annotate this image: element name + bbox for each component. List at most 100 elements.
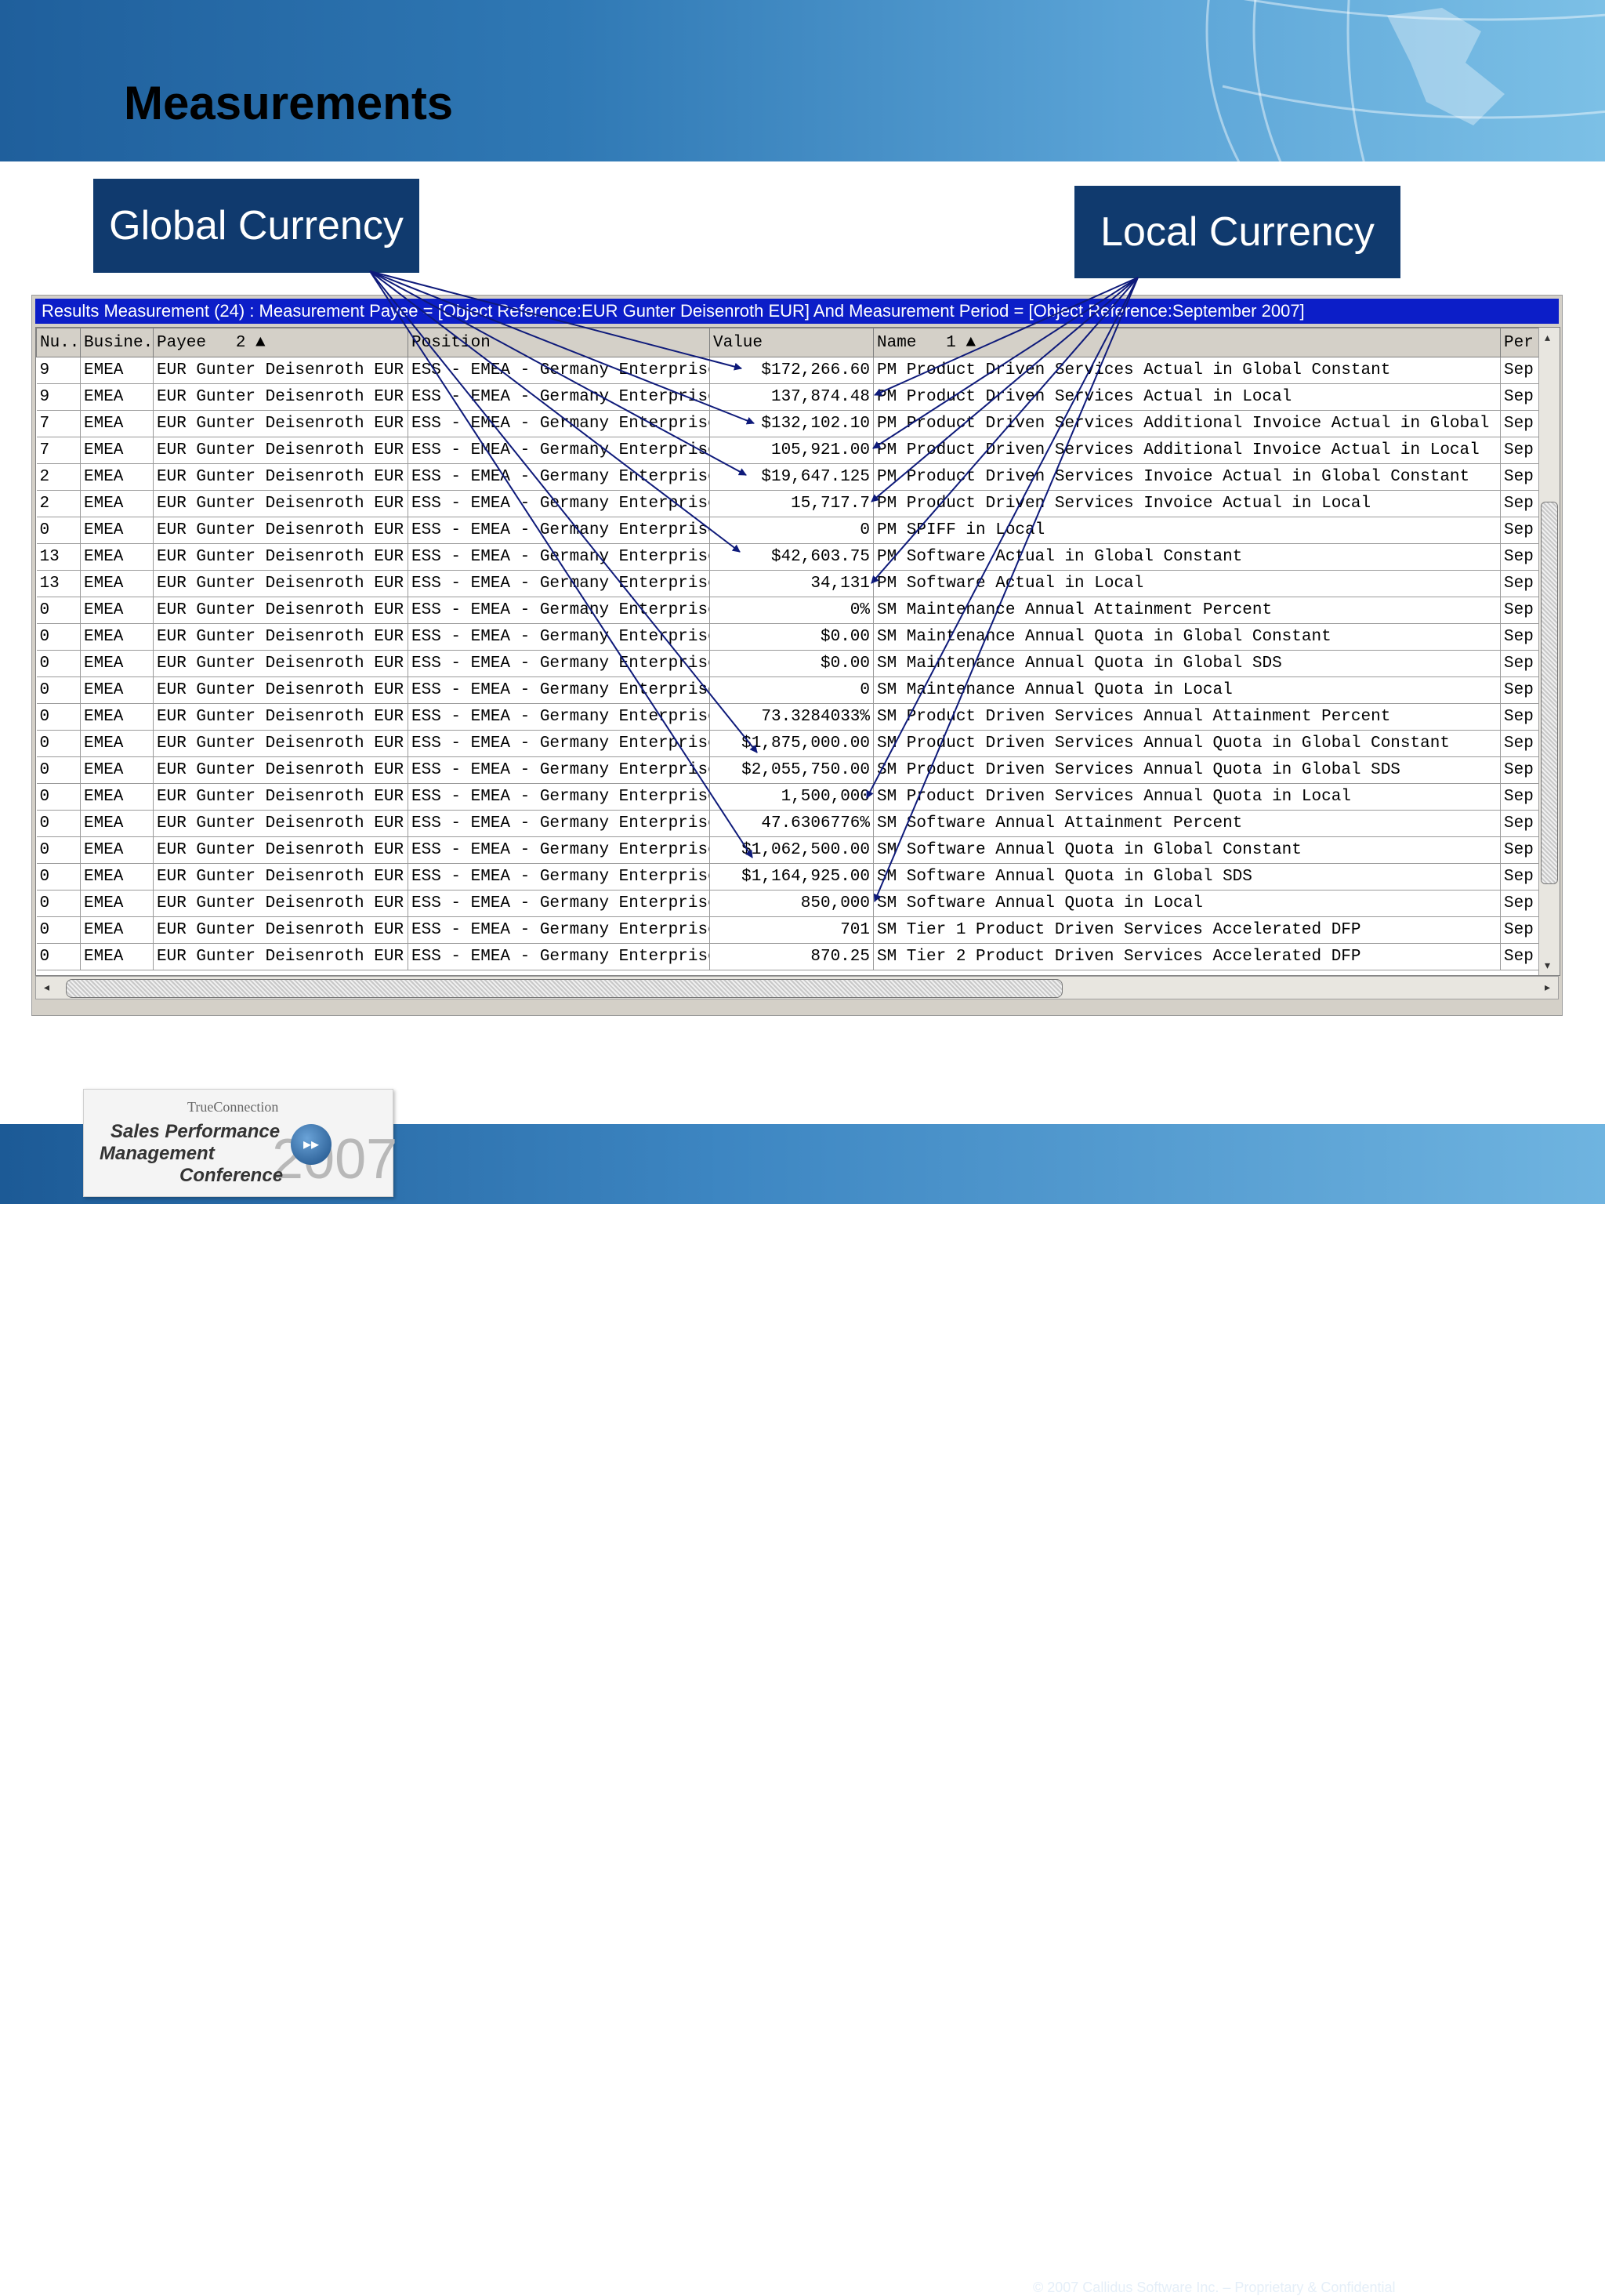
cell-name: SM Product Driven Services Annual Quota … (873, 730, 1501, 757)
scroll-right-icon[interactable]: ▸ (1545, 981, 1550, 994)
cell-business: EMEA (80, 597, 154, 624)
cell-position: ESS - EMEA - Germany Enterprise 2 (408, 570, 710, 597)
column-header-business[interactable]: Busine.. (80, 328, 154, 357)
table-row[interactable]: 13 EMEA EUR Gunter Deisenroth EUR ESS - EME… (36, 543, 1560, 571)
cell-business: EMEA (80, 383, 154, 411)
cell-payee: EUR Gunter Deisenroth EUR (153, 650, 408, 677)
horizontal-scrollbar[interactable]: ◂ ▸ (35, 976, 1559, 999)
cell-value: $19,647.125 (709, 463, 874, 491)
sort-ascending-icon: 1 ▲ (926, 333, 976, 352)
cell-number: 0 (36, 783, 81, 811)
cell-payee: EUR Gunter Deisenroth EUR (153, 756, 408, 784)
cell-position: ESS - EMEA - Germany Enterprise 2 (408, 463, 710, 491)
column-header-number[interactable]: Nu.. (36, 328, 81, 357)
table-row[interactable]: 0 EMEA EUR Gunter Deisenroth EUR ESS - EMEA… (36, 597, 1560, 624)
table-row[interactable]: 0 EMEA EUR Gunter Deisenroth EUR ESS - EMEA… (36, 810, 1560, 837)
cell-number: 7 (36, 410, 81, 437)
cell-payee: EUR Gunter Deisenroth EUR (153, 623, 408, 651)
table-row[interactable]: 0 EMEA EUR Gunter Deisenroth EUR ESS - EMEA… (36, 783, 1560, 811)
cell-value: $1,164,925.00 (709, 863, 874, 890)
cell-business: EMEA (80, 650, 154, 677)
cell-payee: EUR Gunter Deisenroth EUR (153, 863, 408, 890)
table-row[interactable]: 0 EMEA EUR Gunter Deisenroth EUR ESS - EMEA… (36, 863, 1560, 890)
vertical-scrollbar[interactable]: ▴ ▾ (1538, 328, 1560, 975)
cell-name: SM Software Annual Quota in Global Const… (873, 836, 1501, 864)
cell-position: ESS - EMEA - Germany Enterprise 2 (408, 410, 710, 437)
table-row[interactable]: 0 EMEA EUR Gunter Deisenroth EUR ESS - EMEA… (36, 890, 1560, 917)
cell-business: EMEA (80, 756, 154, 784)
cell-name: SM Software Annual Attainment Percent (873, 810, 1501, 837)
table-row[interactable]: 0 EMEA EUR Gunter Deisenroth EUR ESS - EMEA… (36, 730, 1560, 757)
cell-name: PM Product Driven Services Invoice Actua… (873, 490, 1501, 517)
cell-value: 870.25 (709, 943, 874, 970)
column-header-name[interactable]: Name 1 ▲ (873, 328, 1501, 357)
cell-number: 0 (36, 836, 81, 864)
cell-number: 0 (36, 650, 81, 677)
table-row[interactable]: 7 EMEA EUR Gunter Deisenroth EUR ESS - EMEA… (36, 410, 1560, 437)
sort-ascending-icon: 2 ▲ (216, 333, 266, 352)
cell-number: 0 (36, 597, 81, 624)
table-body: 9 EMEA EUR Gunter Deisenroth EUR ESS - EMEA… (36, 357, 1560, 970)
scroll-down-icon[interactable]: ▾ (1545, 959, 1550, 972)
column-header-payee[interactable]: Payee 2 ▲ (153, 328, 408, 357)
cell-name: PM Software Actual in Local (873, 570, 1501, 597)
table-row[interactable]: 0 EMEA EUR Gunter Deisenroth EUR ESS - EMEA… (36, 836, 1560, 864)
measurements-table: Nu.. Busine.. Payee 2 ▲ Position Value N… (36, 328, 1560, 970)
table-row[interactable]: 2 EMEA EUR Gunter Deisenroth EUR ESS - EMEA… (36, 463, 1560, 491)
table-row[interactable]: 13 EMEA EUR Gunter Deisenroth EUR ESS - EME… (36, 570, 1560, 597)
table-row[interactable]: 0 EMEA EUR Gunter Deisenroth EUR ESS - EMEA… (36, 650, 1560, 677)
cell-name: SM Software Annual Quota in Global SDS (873, 863, 1501, 890)
table-row[interactable]: 0 EMEA EUR Gunter Deisenroth EUR ESS - EMEA… (36, 623, 1560, 651)
cell-payee: EUR Gunter Deisenroth EUR (153, 916, 408, 944)
scroll-up-icon[interactable]: ▴ (1545, 331, 1550, 344)
cell-number: 2 (36, 490, 81, 517)
cell-business: EMEA (80, 410, 154, 437)
cell-business: EMEA (80, 890, 154, 917)
copyright-text: © 2007 Callidus Software Inc. – Propriet… (1033, 2280, 1396, 2295)
cell-position: ESS - EMEA - Germany Enterprise 2 (408, 383, 710, 411)
table-row[interactable]: 7 EMEA EUR Gunter Deisenroth EUR ESS - EMEA… (36, 437, 1560, 464)
cell-business: EMEA (80, 783, 154, 811)
table-row[interactable]: 0 EMEA EUR Gunter Deisenroth EUR ESS - EMEA… (36, 703, 1560, 731)
cell-name: PM Software Actual in Global Constant (873, 543, 1501, 571)
table-row[interactable]: 0 EMEA EUR Gunter Deisenroth EUR ESS - EMEA… (36, 916, 1560, 944)
global-currency-callout: Global Currency (93, 179, 419, 273)
cell-business: EMEA (80, 517, 154, 544)
table-row[interactable]: 0 EMEA EUR Gunter Deisenroth EUR ESS - EMEA… (36, 517, 1560, 544)
cell-name: SM Tier 1 Product Driven Services Accele… (873, 916, 1501, 944)
vertical-scroll-thumb[interactable] (1541, 502, 1558, 884)
cell-value: 0 (709, 676, 874, 704)
cell-number: 0 (36, 756, 81, 784)
table-row[interactable]: 0 EMEA EUR Gunter Deisenroth EUR ESS - EMEA… (36, 676, 1560, 704)
cell-number: 13 (36, 543, 81, 571)
cell-position: ESS - EMEA - Germany Enterprise 2 (408, 517, 710, 544)
column-header-position[interactable]: Position (408, 328, 710, 357)
conference-logo: TrueConnection 2007 ▸▸ Sales Performance… (83, 1089, 397, 1197)
logo-line-1: Sales Performance (111, 1121, 281, 1142)
table-header-row: Nu.. Busine.. Payee 2 ▲ Position Value N… (36, 328, 1560, 357)
table-row[interactable]: 9 EMEA EUR Gunter Deisenroth EUR ESS - EMEA… (36, 383, 1560, 411)
horizontal-scroll-thumb[interactable] (66, 979, 1063, 998)
results-grid: Nu.. Busine.. Payee 2 ▲ Position Value N… (35, 327, 1560, 976)
cell-payee: EUR Gunter Deisenroth EUR (153, 783, 408, 811)
play-forward-icon: ▸▸ (291, 1124, 332, 1165)
scroll-left-icon[interactable]: ◂ (44, 981, 49, 994)
cell-name: SM Product Driven Services Annual Attain… (873, 703, 1501, 731)
column-header-value[interactable]: Value (709, 328, 874, 357)
cell-value: 0 (709, 517, 874, 544)
cell-number: 0 (36, 623, 81, 651)
cell-payee: EUR Gunter Deisenroth EUR (153, 410, 408, 437)
table-row[interactable]: 9 EMEA EUR Gunter Deisenroth EUR ESS - EMEA… (36, 357, 1560, 384)
table-row[interactable]: 0 EMEA EUR Gunter Deisenroth EUR ESS - EMEA… (36, 756, 1560, 784)
cell-number: 0 (36, 517, 81, 544)
table-row[interactable]: 2 EMEA EUR Gunter Deisenroth EUR ESS - EMEA… (36, 490, 1560, 517)
cell-value: $172,266.60 (709, 357, 874, 384)
table-row[interactable]: 0 EMEA EUR Gunter Deisenroth EUR ESS - EMEA… (36, 943, 1560, 970)
cell-payee: EUR Gunter Deisenroth EUR (153, 890, 408, 917)
cell-name: SM Product Driven Services Annual Quota … (873, 783, 1501, 811)
logo-line-3: Conference (179, 1165, 284, 1186)
cell-business: EMEA (80, 916, 154, 944)
cell-payee: EUR Gunter Deisenroth EUR (153, 730, 408, 757)
cell-position: ESS - EMEA - Germany Enterprise 2 (408, 490, 710, 517)
cell-payee: EUR Gunter Deisenroth EUR (153, 437, 408, 464)
